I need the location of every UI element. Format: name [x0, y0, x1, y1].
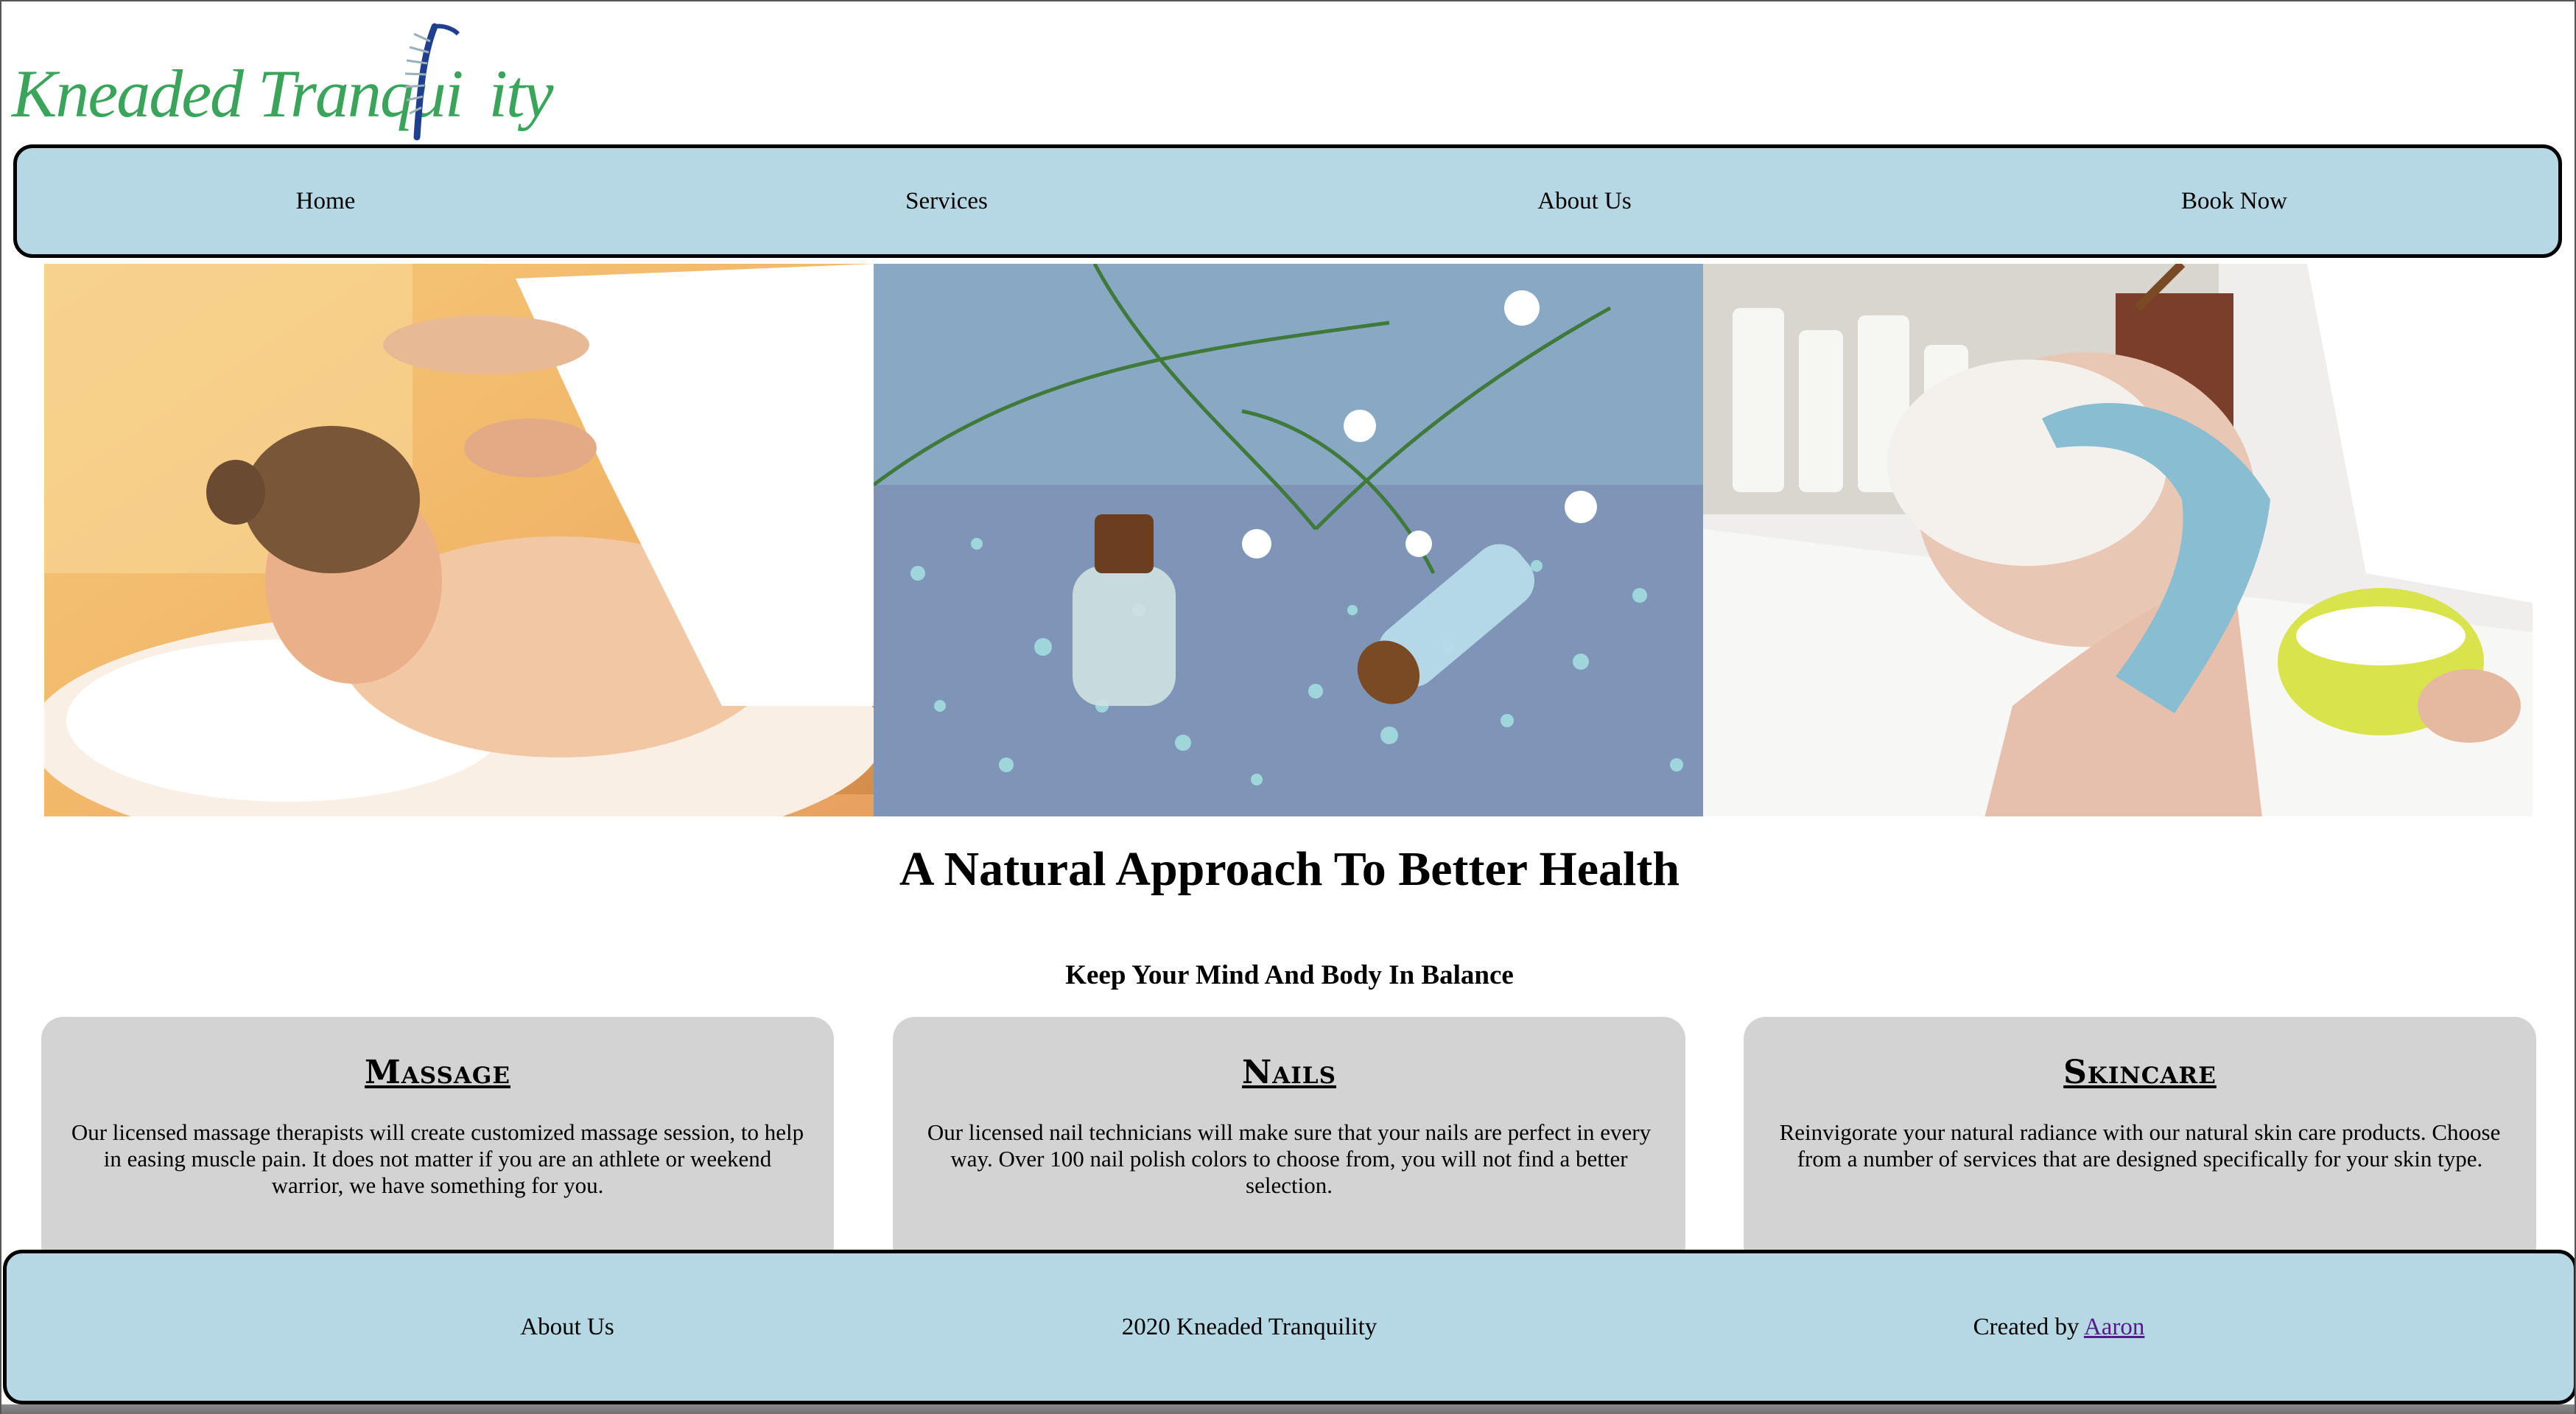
service-card-massage: Massage Our licensed massage therapists …: [41, 1017, 834, 1267]
card-text: Our licensed massage therapists will cre…: [71, 1119, 804, 1198]
hero-gallery: [44, 264, 2533, 816]
card-text: Our licensed nail technicians will make …: [927, 1119, 1652, 1198]
card-title: Skincare: [2063, 1054, 2217, 1091]
service-card-skincare: Skincare Reinvigorate your natural radia…: [1744, 1017, 2536, 1267]
footer-credit-prefix: Created by: [1973, 1314, 2080, 1340]
footer-credit: Created by Aaron: [1973, 1253, 2145, 1401]
footer-copyright: 2020 Kneaded Tranquility: [1121, 1314, 1378, 1340]
page-title: A Natural Approach To Better Health: [899, 842, 1680, 896]
massage-photo: [44, 264, 874, 816]
service-card-nails: Nails Our licensed nail technicians will…: [893, 1017, 1685, 1267]
nav-about-us-link[interactable]: About Us: [1537, 148, 1631, 254]
card-title: Nails: [1242, 1054, 1336, 1091]
author-link[interactable]: Aaron: [2084, 1314, 2144, 1340]
footer-about-us[interactable]: About Us: [520, 1253, 614, 1401]
palm-leaf-icon: [404, 23, 460, 141]
facial-mask-photo: [1703, 264, 2533, 816]
site-footer: About Us 2020 Kneaded Tranquility Create…: [3, 1250, 2575, 1404]
logo-text-end: ity: [488, 56, 553, 131]
main-nav: Home Services About Us Book Now: [13, 144, 2562, 258]
card-title: Massage: [364, 1054, 510, 1091]
site-logo[interactable]: Kneaded Tranqui ity: [12, 12, 553, 144]
nav-book-now-link[interactable]: Book Now: [2181, 148, 2287, 254]
card-text: Reinvigorate your natural radiance with …: [1779, 1119, 2501, 1172]
page-subtitle: Keep Your Mind And Body In Balance: [1065, 960, 1514, 990]
window-bottom-shade: [1, 1404, 2575, 1414]
nav-services-link[interactable]: Services: [905, 148, 988, 254]
nav-home-link[interactable]: Home: [296, 148, 356, 254]
page: Kneaded Tranqui ity Home Services About U…: [0, 0, 2576, 1414]
bath-salts-photo: [874, 264, 1703, 816]
